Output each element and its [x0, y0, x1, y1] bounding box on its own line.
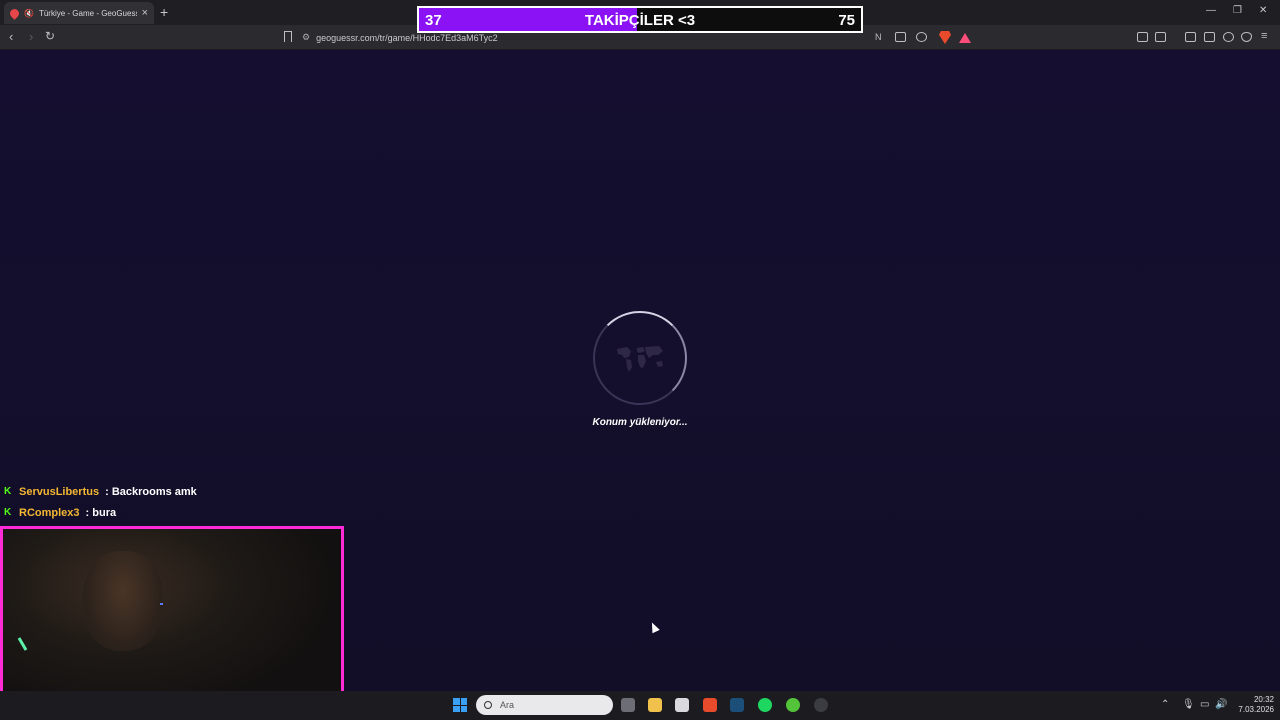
webcam-light [17, 637, 28, 651]
screen: 🔇 Türkiye - Game - GeoGuessr × + — ❐ ✕ ‹… [0, 0, 1280, 720]
chat-username: ServusLibertus [19, 486, 100, 498]
search-placeholder: Ara [500, 700, 515, 710]
tray-overflow-icon[interactable]: ⌃ [1161, 699, 1169, 710]
windows-start-icon[interactable] [453, 698, 467, 712]
forward-icon[interactable]: › [29, 29, 33, 44]
search-icon [484, 701, 492, 709]
kick-badge-icon: K [4, 507, 12, 518]
follower-goal-bar: 37 TAKİPÇİLER <3 75 [417, 6, 863, 33]
clock-date: 7.03.2026 [1238, 705, 1274, 714]
chat-text: : Backrooms amk [105, 486, 197, 498]
taskbar-search[interactable]: Ara [476, 695, 613, 715]
clock-time: 20:32 [1253, 695, 1274, 704]
chat-username: RComplex3 [19, 507, 80, 519]
reload-icon[interactable]: ↻ [45, 29, 55, 43]
webcam-dot [160, 603, 163, 605]
cast-icon[interactable] [895, 32, 906, 42]
app-icon[interactable] [814, 698, 828, 712]
streamer-face [83, 551, 163, 651]
brave-taskbar-icon[interactable] [703, 698, 717, 712]
extensions-icon[interactable] [1137, 32, 1148, 42]
geoguessr-favicon-icon [8, 6, 21, 20]
site-info-icon[interactable]: ⚙ [302, 32, 310, 43]
leo-ai-icon[interactable] [1223, 32, 1234, 42]
restore-icon[interactable]: ❐ [1233, 5, 1242, 16]
back-icon[interactable]: ‹ [9, 29, 13, 44]
sidebar-icon[interactable] [1185, 32, 1196, 42]
file-explorer-icon[interactable] [648, 698, 662, 712]
screenshot-icon[interactable] [1155, 32, 1166, 42]
browser-tab[interactable]: 🔇 Türkiye - Game - GeoGuessr × [4, 2, 154, 24]
bookmark-icon[interactable] [284, 31, 292, 42]
spotify-icon[interactable] [758, 698, 772, 712]
system-clock[interactable]: 20:32 7.03.2026 [1228, 695, 1274, 715]
share-icon[interactable] [916, 32, 927, 42]
window-close-icon[interactable]: ✕ [1259, 5, 1267, 16]
chat-message: K ServusLibertus : Backrooms amk [4, 486, 197, 498]
steam-icon[interactable] [730, 698, 744, 712]
loading-text: Konum yükleniyor... [592, 417, 688, 428]
chat-message: K RComplex3 : bura [4, 507, 116, 519]
network-icon[interactable]: ▭ [1200, 699, 1209, 710]
new-tab-button[interactable]: + [160, 4, 168, 20]
goal-target: 75 [838, 12, 855, 29]
utorrent-icon[interactable] [786, 698, 800, 712]
goal-label: TAKİPÇİLER <3 [584, 12, 696, 29]
chat-text: : bura [85, 507, 117, 519]
store-icon[interactable] [675, 698, 689, 712]
volume-icon[interactable]: 🔊 [1215, 699, 1227, 710]
brave-rewards-icon[interactable] [959, 33, 971, 43]
tab-title: Türkiye - Game - GeoGuessr [38, 8, 137, 18]
url-text: geoguessr.com/tr/game/HHodc7Ed3aM6Tyc2 [316, 32, 498, 43]
reader-mode-icon[interactable]: N [875, 32, 886, 42]
speaker-muted-icon[interactable]: 🔇 [24, 9, 34, 18]
wallet-icon[interactable] [1204, 32, 1215, 42]
task-view-icon[interactable] [621, 698, 635, 712]
taskbar [0, 691, 1280, 720]
microphone-icon[interactable]: 🎙 [1182, 699, 1195, 710]
kick-badge-icon: K [4, 486, 12, 497]
menu-icon[interactable]: ≡ [1261, 30, 1272, 42]
close-tab-icon[interactable]: × [142, 7, 148, 19]
minimize-icon[interactable]: — [1206, 5, 1216, 16]
world-map-icon [617, 346, 663, 372]
